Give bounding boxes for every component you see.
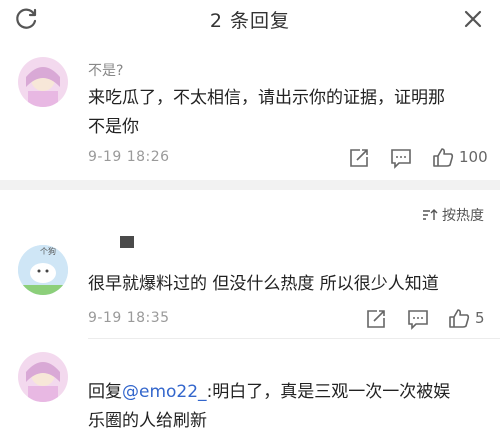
- timestamp: 9-19 18:35: [88, 310, 170, 326]
- like-count: 100: [459, 148, 488, 166]
- row-divider: [88, 338, 500, 339]
- like-icon[interactable]: [431, 146, 455, 168]
- comment-text: 很早就爆料过的 但没什么热度 所以很少人知道: [88, 274, 439, 294]
- section-divider: [0, 180, 500, 190]
- dialog-header: 2 条回复: [0, 0, 500, 38]
- sort-icon: [423, 209, 438, 220]
- redacted-username: [120, 236, 134, 248]
- like-count: 5: [475, 309, 485, 327]
- sort-by-hot-button[interactable]: 按热度: [422, 205, 484, 225]
- avatar-label: 个狗: [40, 247, 56, 256]
- comment-icon[interactable]: [406, 308, 430, 330]
- avatar[interactable]: [18, 57, 68, 107]
- dialog-title: 2 条回复: [209, 10, 291, 32]
- comment-icon[interactable]: [389, 147, 413, 169]
- comment-text: 来吃瓜了，不太相信，请出示你的证据，证明那 不是你: [88, 88, 445, 137]
- share-icon[interactable]: [347, 147, 371, 169]
- close-icon[interactable]: [460, 6, 486, 32]
- comment-text: 回复@emo22_:明白了，真是三观一次一次被娱 乐圈的人给刷新: [88, 382, 451, 431]
- avatar[interactable]: [18, 352, 68, 402]
- like-icon[interactable]: [447, 307, 471, 329]
- share-icon[interactable]: [364, 308, 388, 330]
- mention-link[interactable]: @emo22_: [122, 382, 207, 402]
- username[interactable]: 不是?: [88, 60, 123, 80]
- sort-label: 按热度: [442, 208, 484, 224]
- timestamp: 9-19 18:26: [88, 149, 170, 165]
